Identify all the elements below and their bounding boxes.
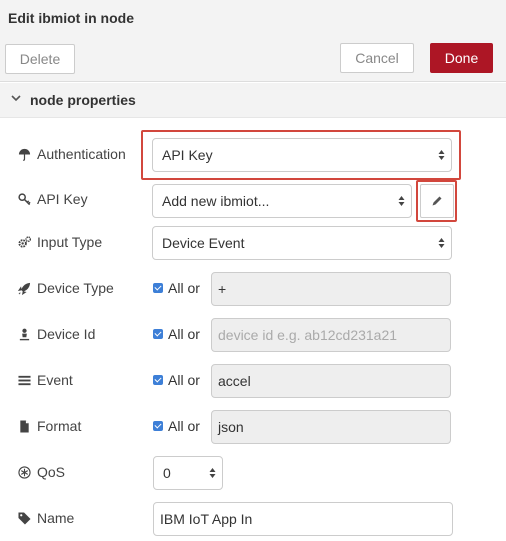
event-all-checkbox[interactable]: All or [153, 372, 200, 388]
file-icon [20, 419, 29, 433]
api-key-label-text: API Key [37, 191, 88, 207]
input-type-label: Input Type [18, 234, 102, 250]
format-input[interactable]: json [211, 410, 451, 444]
select-arrows-icon [438, 150, 445, 160]
name-input[interactable]: IBM IoT App In [153, 502, 453, 536]
section-header-node-properties[interactable]: node properties [0, 83, 506, 118]
event-label: Event [18, 372, 73, 388]
event-all-label: All or [168, 372, 200, 388]
rocket-icon [18, 282, 31, 295]
section-title: node properties [30, 92, 136, 108]
list-icon [18, 375, 31, 385]
select-arrows-icon [398, 196, 405, 206]
checkbox-checked-icon[interactable] [153, 375, 163, 385]
snowflake-icon [18, 465, 31, 479]
format-all-label: All or [168, 418, 200, 434]
device-type-all-label: All or [168, 280, 200, 296]
event-input[interactable]: accel [211, 364, 451, 398]
cancel-button[interactable]: Cancel [340, 43, 414, 73]
event-label-text: Event [37, 372, 73, 388]
qos-label: QoS [18, 464, 65, 480]
delete-button[interactable]: Delete [5, 44, 75, 74]
authentication-label: Authentication [18, 146, 126, 162]
name-label-text: Name [37, 510, 75, 526]
format-all-checkbox[interactable]: All or [153, 418, 200, 434]
api-key-select-value: Add new ibmiot... [162, 193, 270, 209]
device-type-label-text: Device Type [37, 280, 114, 296]
device-type-input[interactable]: + [211, 272, 451, 306]
gears-icon [18, 235, 31, 248]
device-id-all-checkbox[interactable]: All or [153, 326, 200, 342]
key-icon [18, 192, 31, 205]
select-arrows-icon [209, 468, 216, 478]
api-key-label: API Key [18, 191, 88, 207]
checkbox-checked-icon[interactable] [153, 283, 163, 293]
device-id-all-label: All or [168, 326, 200, 342]
authentication-label-text: Authentication [37, 146, 126, 162]
tag-icon [18, 511, 31, 525]
edit-api-key-button[interactable] [420, 184, 454, 218]
umbrella-icon [18, 148, 31, 161]
qos-label-text: QoS [37, 464, 66, 480]
qos-select[interactable]: 0 [153, 456, 223, 490]
pencil-icon [432, 196, 442, 206]
format-label-text: Format [37, 418, 82, 434]
authentication-select[interactable]: API Key [152, 138, 452, 172]
device-id-label: Device Id [18, 326, 95, 342]
device-id-input[interactable]: device id e.g. ab12cd231a21 [211, 318, 451, 352]
name-label: Name [18, 510, 74, 526]
chevron-down-icon [11, 95, 21, 102]
format-label: Format [18, 418, 81, 434]
input-type-select-value: Device Event [162, 235, 245, 251]
dialog-toolbar: Delete Cancel Done [0, 38, 506, 82]
device-id-placeholder: device id e.g. ab12cd231a21 [218, 327, 398, 343]
input-type-select[interactable]: Device Event [152, 226, 452, 260]
input-type-label-text: Input Type [37, 234, 103, 250]
qos-select-value: 0 [163, 465, 171, 481]
done-button[interactable]: Done [430, 43, 493, 73]
device-type-all-checkbox[interactable]: All or [153, 280, 200, 296]
dialog-title: Edit ibmiot in node [8, 10, 134, 26]
device-type-label: Device Type [18, 280, 114, 296]
checkbox-checked-icon[interactable] [153, 329, 163, 339]
device-id-label-text: Device Id [37, 326, 96, 342]
authentication-select-value: API Key [162, 147, 213, 163]
user-icon [19, 328, 30, 340]
api-key-select[interactable]: Add new ibmiot... [152, 184, 412, 218]
dialog-title-bar: Edit ibmiot in node [0, 0, 506, 38]
select-arrows-icon [438, 238, 445, 248]
checkbox-checked-icon[interactable] [153, 421, 163, 431]
